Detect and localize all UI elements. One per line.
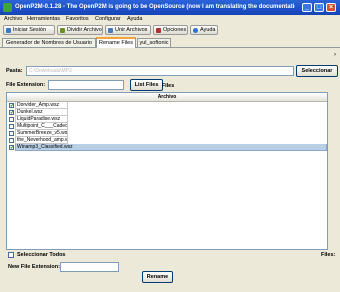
table-row[interactable]: LiquidParadise.wsz bbox=[7, 116, 327, 123]
row-filename: Multipoint_C___Cadecit.wsz bbox=[15, 123, 68, 130]
files-table[interactable]: Files Archivo ✔ Dorvider_Amp.wsz ✔ Dunke… bbox=[6, 83, 328, 250]
close-button[interactable]: × bbox=[326, 3, 336, 12]
table-row[interactable]: ✔ Dunkel.wsz bbox=[7, 109, 327, 116]
title-bar: OpenP2M-0.1.28 - The OpenP2M is going to… bbox=[0, 0, 340, 15]
maximize-button[interactable]: □ bbox=[314, 3, 324, 12]
login-icon bbox=[6, 28, 11, 33]
row-checkbox[interactable] bbox=[9, 131, 14, 136]
new-extension-label: New File Extension: bbox=[8, 264, 60, 270]
path-label: Pasta: bbox=[6, 68, 23, 74]
table-row-selected[interactable]: ✔ Winamp3_Classified.wsz bbox=[7, 144, 327, 151]
row-filename: the_Neverhood_amp.wsz bbox=[15, 137, 68, 144]
login-button[interactable]: Iniciar Sesión bbox=[3, 25, 55, 35]
select-all-label: Seleccionar Todos bbox=[17, 252, 66, 258]
tab-generador-nombres[interactable]: Generador de Nombres de Usuario bbox=[2, 38, 96, 47]
column-header-archivo[interactable]: Archivo bbox=[7, 93, 327, 102]
files-section-title: Files bbox=[161, 83, 175, 89]
row-checkbox[interactable] bbox=[9, 117, 14, 122]
menu-favoritos[interactable]: Favoritos bbox=[66, 15, 89, 24]
new-extension-input[interactable] bbox=[60, 262, 119, 272]
row-checkbox[interactable]: ✔ bbox=[9, 103, 14, 109]
menu-configurar[interactable]: Configurar bbox=[95, 15, 121, 24]
rename-button[interactable]: Rename bbox=[142, 271, 173, 283]
join-files-icon bbox=[108, 28, 113, 33]
table-row[interactable]: the_Neverhood_amp.wsz bbox=[7, 137, 327, 144]
table-row[interactable]: SummerBreeze_v5.wsz bbox=[7, 130, 327, 137]
app-icon bbox=[3, 3, 12, 12]
row-checkbox[interactable]: ✔ bbox=[9, 145, 14, 151]
row-filename: LiquidParadise.wsz bbox=[15, 116, 68, 123]
help-button[interactable]: Ayuda bbox=[190, 25, 218, 35]
tab-rename-files[interactable]: Rename Files bbox=[96, 37, 136, 48]
split-file-button[interactable]: Dividir Archivo bbox=[57, 25, 103, 35]
row-filename: Winamp3_Classified.wsz bbox=[15, 144, 327, 151]
menu-bar: Archivo Herramientas Favoritos Configura… bbox=[0, 15, 340, 24]
toolbar: Iniciar Sesión Dividir Archivo Unir Arch… bbox=[0, 24, 340, 36]
select-all-checkbox[interactable] bbox=[8, 252, 14, 258]
minimize-button[interactable]: _ bbox=[302, 3, 312, 12]
options-icon bbox=[156, 28, 161, 33]
select-folder-button[interactable]: Seleccionar bbox=[296, 65, 338, 77]
table-row[interactable]: ✔ Dorvider_Amp.wsz bbox=[7, 102, 327, 109]
split-file-icon bbox=[60, 28, 65, 33]
files-count-label: Files: bbox=[321, 252, 336, 258]
row-filename: Dorvider_Amp.wsz bbox=[15, 102, 68, 109]
help-icon bbox=[193, 28, 198, 33]
row-checkbox[interactable] bbox=[9, 138, 14, 143]
row-filename: Dunkel.wsz bbox=[15, 109, 68, 116]
table-row[interactable]: Multipoint_C___Cadecit.wsz bbox=[7, 123, 327, 130]
menu-archivo[interactable]: Archivo bbox=[4, 15, 22, 24]
window-title: OpenP2M-0.1.28 - The OpenP2M is going to… bbox=[15, 4, 295, 10]
path-input[interactable]: C:\Downloads\MP3 bbox=[26, 66, 294, 76]
tab-scroll-right-icon[interactable]: › bbox=[334, 50, 339, 60]
join-files-button[interactable]: Unir Archivos bbox=[105, 25, 151, 35]
tab-bar: Generador de Nombres de Usuario Rename F… bbox=[0, 37, 340, 48]
options-button[interactable]: Opciones bbox=[153, 25, 188, 35]
row-checkbox[interactable] bbox=[9, 124, 14, 129]
menu-ayuda[interactable]: Ayuda bbox=[127, 15, 143, 24]
tab-yul-softonic[interactable]: yul_softonic bbox=[137, 38, 171, 47]
row-filename: SummerBreeze_v5.wsz bbox=[15, 130, 68, 137]
row-checkbox[interactable]: ✔ bbox=[9, 110, 14, 116]
menu-herramientas[interactable]: Herramientas bbox=[27, 15, 60, 24]
